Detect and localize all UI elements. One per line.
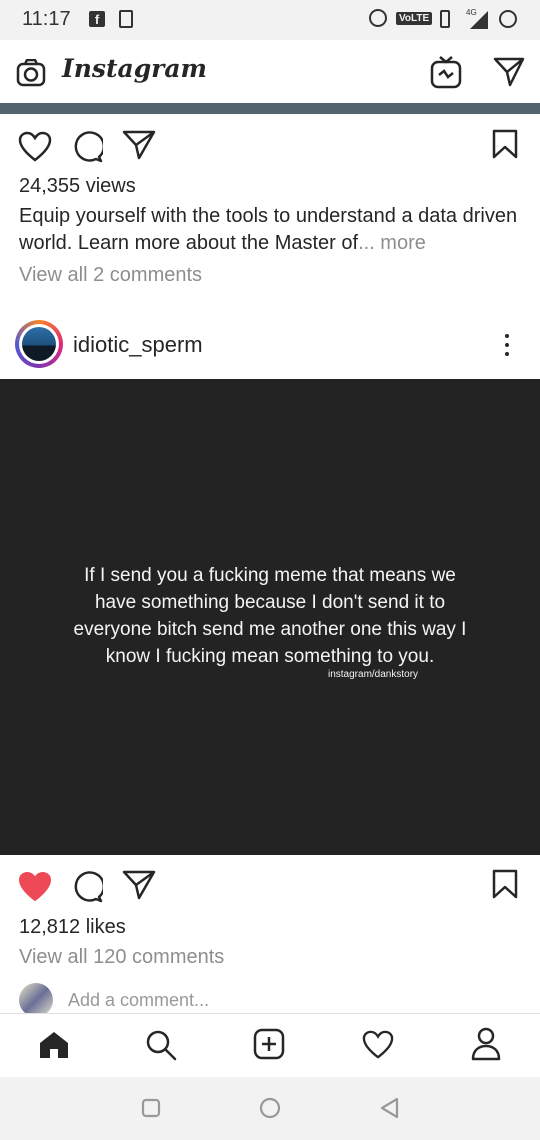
view-all-comments-link[interactable]: View all 2 comments <box>19 264 202 287</box>
profile-icon[interactable] <box>471 1027 501 1061</box>
facebook-notification-icon: f <box>89 11 105 27</box>
more-link[interactable]: more <box>380 232 426 254</box>
post-username[interactable]: idiotic_sperm <box>73 332 203 358</box>
download-notification-icon <box>119 10 133 28</box>
direct-message-icon[interactable] <box>493 57 525 87</box>
signal-icon <box>470 11 488 29</box>
battery-icon <box>499 10 517 28</box>
camera-icon[interactable] <box>16 59 46 87</box>
caption-text: Equip yourself with the tools to underst… <box>19 205 518 254</box>
liked-heart-icon[interactable] <box>18 871 52 903</box>
add-comment-input[interactable]: Add a comment... <box>68 990 209 1011</box>
volte-badge: VoLTE <box>396 12 433 25</box>
share-icon[interactable] <box>122 130 156 160</box>
recents-icon[interactable] <box>141 1098 161 1118</box>
home-icon[interactable] <box>38 1030 70 1060</box>
comment-icon[interactable] <box>71 131 103 163</box>
like-heart-icon[interactable] <box>18 131 52 163</box>
search-icon[interactable] <box>145 1029 177 1061</box>
new-post-icon[interactable] <box>253 1028 285 1060</box>
home-circle-icon[interactable] <box>259 1097 281 1119</box>
vibrate-icon <box>440 10 450 28</box>
igtv-icon[interactable] <box>430 55 462 89</box>
avatar[interactable] <box>22 327 56 361</box>
meme-text: If I send you a fucking meme that means … <box>73 565 467 667</box>
bookmark-icon[interactable] <box>492 869 518 899</box>
activity-icon[interactable] <box>361 1030 395 1060</box>
status-bar <box>0 0 540 40</box>
post-caption: Equip yourself with the tools to underst… <box>19 203 524 257</box>
alarm-icon <box>369 9 387 27</box>
like-count[interactable]: 12,812 likes <box>19 916 126 939</box>
meme-credit: instagram/dankstory <box>328 669 419 680</box>
caption-ellipsis: ... <box>358 232 375 254</box>
commenter-avatar <box>19 983 53 1017</box>
instagram-logo[interactable]: Instagram <box>62 54 207 83</box>
share-icon[interactable] <box>122 870 156 900</box>
bookmark-icon[interactable] <box>492 129 518 159</box>
comment-icon[interactable] <box>71 871 103 903</box>
back-icon[interactable] <box>379 1097 399 1119</box>
status-time: 11:17 <box>22 8 71 30</box>
upload-progress-bar <box>0 103 540 114</box>
more-options-icon[interactable] <box>505 334 509 361</box>
view-all-comments-link[interactable]: View all 120 comments <box>19 946 224 969</box>
view-count[interactable]: 24,355 views <box>19 175 136 198</box>
